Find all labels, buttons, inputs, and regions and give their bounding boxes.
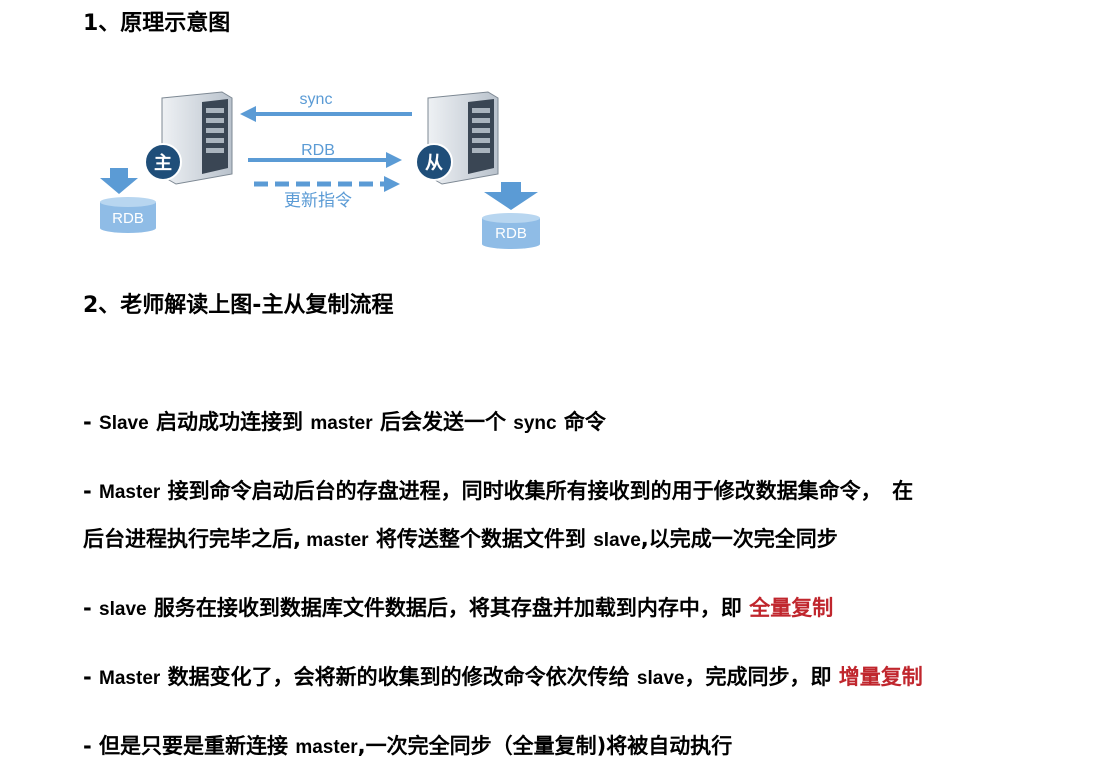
svg-text:RDB: RDB xyxy=(112,210,144,227)
incremental-replication-highlight: 增量复制 xyxy=(838,665,923,689)
svg-text:RDB: RDB xyxy=(495,225,527,242)
svg-text:sync: sync xyxy=(300,91,333,108)
paragraph-3: - slave 服务在接收到数据库文件数据后，将其存盘并加载到内存中，即 全量复… xyxy=(83,596,834,620)
paragraph-4: - Master 数据变化了，会将新的收集到的修改命令依次传给 slave，完成… xyxy=(83,665,923,689)
section1-heading: 1、原理示意图 xyxy=(83,11,231,36)
master-badge: 主 xyxy=(144,143,182,181)
svg-text:主: 主 xyxy=(154,152,172,174)
slave-rdb-icon: RDB xyxy=(482,213,540,249)
master-rdb-icon: RDB xyxy=(100,197,156,233)
paragraph-2-line-2: 后台进程执行完毕之后, master 将传送整个数据文件到 slave,以完成一… xyxy=(83,527,838,551)
slave-badge: 从 xyxy=(415,143,453,181)
svg-text:更新指令: 更新指令 xyxy=(284,191,352,211)
rdb-arrow: RDB xyxy=(248,142,402,168)
full-replication-highlight: 全量复制 xyxy=(749,596,834,620)
paragraph-2-line-1: - Master 接到命令启动后台的存盘进程，同时收集所有接收到的用于修改数据集… xyxy=(83,479,914,503)
svg-text:RDB: RDB xyxy=(301,142,335,159)
slave-down-arrow xyxy=(484,182,538,210)
paragraph-5: - 但是只要是重新连接 master,一次完全同步（全量复制)将被自动执行 xyxy=(83,734,733,758)
update-command-arrow: 更新指令 xyxy=(254,176,400,211)
section2-heading: 2、老师解读上图-主从复制流程 xyxy=(83,293,394,318)
master-slave-diagram: 主 RDB sync RDB 更新指令 从 RDB xyxy=(90,78,560,256)
svg-text:从: 从 xyxy=(425,153,443,174)
master-down-arrow xyxy=(100,168,138,194)
paragraph-1: - Slave 启动成功连接到 master 后会发送一个 sync 命令 xyxy=(83,410,606,434)
sync-arrow: sync xyxy=(240,91,412,122)
